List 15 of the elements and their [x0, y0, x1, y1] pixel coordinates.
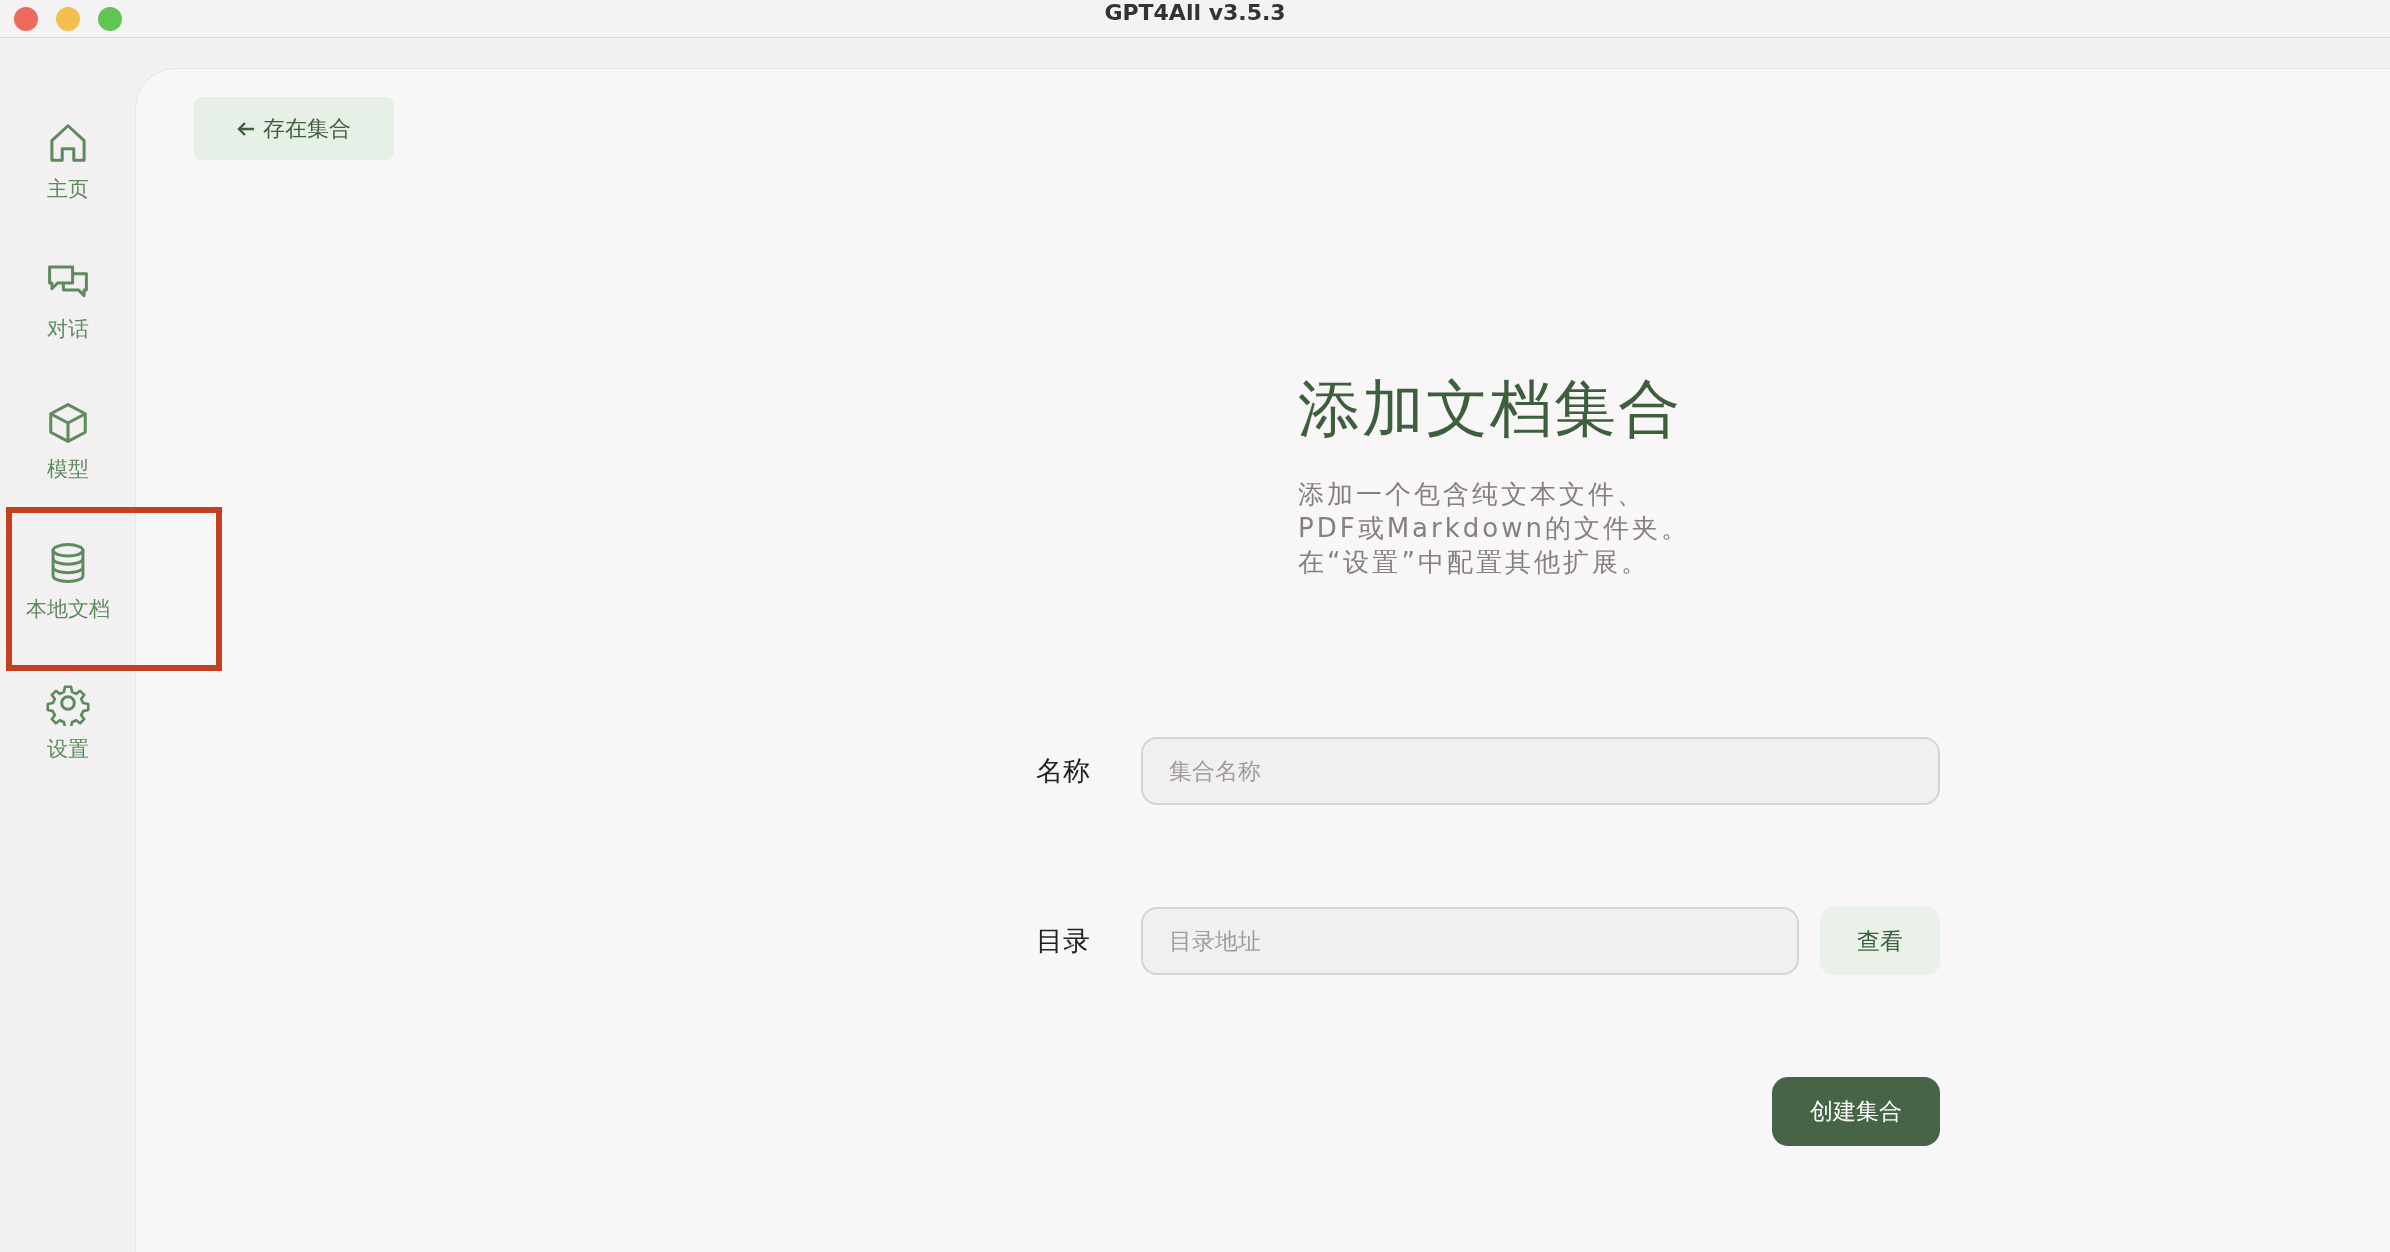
page-heading: 添加文档集合 [1298, 371, 1683, 447]
sidebar-item[interactable]: 设置 [7, 668, 128, 808]
folder-label: 目录 [1036, 923, 1091, 958]
name-input-field[interactable]: 集合名称 [1141, 737, 1940, 805]
folder-path-input-field[interactable]: 目录地址 [1141, 907, 1799, 975]
sidebar-item[interactable]: 模型 [7, 388, 128, 528]
sidebar-item[interactable]: 主页 [7, 108, 128, 248]
sidebar-item[interactable]: 对话 [7, 248, 128, 388]
create-collection-button[interactable]: 创建集合 [1772, 1077, 1940, 1146]
name-label: 名称 [1036, 753, 1091, 788]
description-text: 添加一个包含纯文本文件、 PDF或Markdown的文件夹。 在“设置”中配置其他扩展。 [1298, 478, 1690, 579]
browse-button[interactable]: 查看 [1820, 907, 1940, 975]
sidebar-item[interactable]: 本地文档 [7, 528, 128, 668]
back-button[interactable]: 存在集合 [194, 97, 394, 160]
window-title: GPT4All v3.5.3 [1104, 0, 1286, 26]
